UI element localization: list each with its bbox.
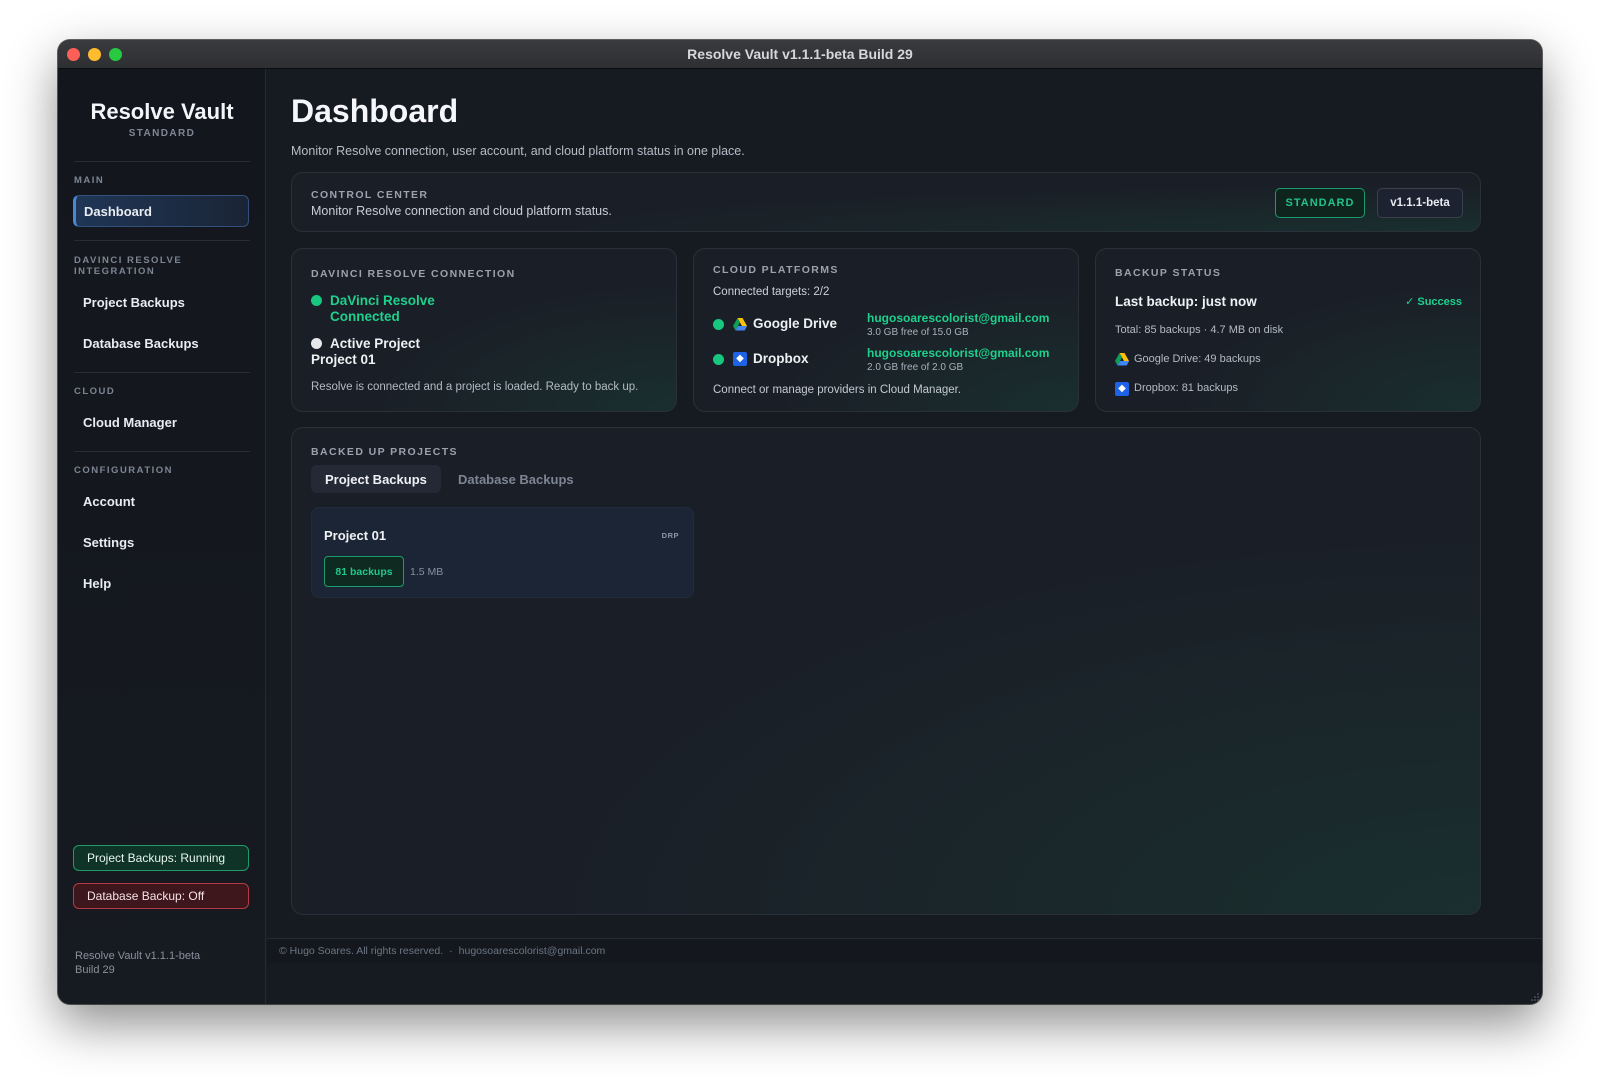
resize-grip-icon[interactable] bbox=[1530, 992, 1540, 1002]
google-drive-backup-count: Google Drive: 49 backups bbox=[1134, 353, 1261, 365]
app-tier: STANDARD bbox=[128, 128, 196, 139]
dropbox-backup-count: Dropbox: 81 backups bbox=[1134, 382, 1238, 394]
section-label-main: MAIN bbox=[74, 175, 105, 186]
backed-up-projects-label: BACKED UP PROJECTS bbox=[311, 446, 458, 458]
connected-status-dot bbox=[311, 295, 322, 306]
app-name: Resolve Vault bbox=[90, 99, 234, 124]
app-window: Resolve Vault v1.1.1-beta Build 29 Resol… bbox=[58, 40, 1542, 1004]
sidebar: Resolve Vault STANDARD MAIN Dashboard DA… bbox=[58, 69, 266, 1004]
resolve-connection-label: DAVINCI RESOLVE CONNECTION bbox=[311, 268, 516, 280]
status-line: Connected bbox=[330, 309, 400, 324]
backup-result-badge: ✓ Success bbox=[1405, 296, 1462, 308]
status-line: DaVinci Resolve bbox=[330, 293, 435, 308]
sidebar-item-dashboard[interactable]: Dashboard bbox=[73, 195, 249, 227]
dropbox-email[interactable]: hugosoarescolorist@gmail.com bbox=[867, 346, 1049, 360]
sidebar-divider bbox=[74, 240, 250, 241]
version-badge: v1.1.1-beta bbox=[1377, 188, 1463, 218]
project-size: 1.5 MB bbox=[410, 566, 444, 578]
google-drive-storage: 3.0 GB free of 15.0 GB bbox=[867, 327, 969, 338]
sidebar-item-settings[interactable]: Settings bbox=[73, 526, 249, 558]
google-drive-email[interactable]: hugosoarescolorist@gmail.com bbox=[867, 311, 1049, 325]
dropbox-name: Dropbox bbox=[753, 351, 809, 366]
tab-database-backups[interactable]: Database Backups bbox=[444, 465, 588, 493]
resolve-connection-message: Resolve is connected and a project is lo… bbox=[311, 381, 639, 393]
cloud-platforms-label: CLOUD PLATFORMS bbox=[713, 264, 839, 276]
section-label-configuration: CONFIGURATION bbox=[74, 465, 174, 476]
database-backup-status[interactable]: Database Backup: Off bbox=[73, 883, 249, 909]
google-drive-status-dot bbox=[713, 319, 724, 330]
control-center-description: Monitor Resolve connection and cloud pla… bbox=[311, 204, 612, 218]
backup-total: Total: 85 backups · 4.7 MB on disk bbox=[1115, 324, 1284, 336]
zoom-window-button[interactable] bbox=[109, 48, 122, 61]
sidebar-item-cloud-manager[interactable]: Cloud Manager bbox=[73, 406, 249, 438]
sidebar-item-database-backups[interactable]: Database Backups bbox=[73, 327, 249, 359]
page-subtitle: Monitor Resolve connection, user account… bbox=[291, 144, 745, 158]
window-controls bbox=[67, 48, 122, 61]
sidebar-item-help[interactable]: Help bbox=[73, 567, 249, 599]
google-drive-icon bbox=[1115, 353, 1129, 366]
project-name: Project 01 bbox=[324, 528, 387, 543]
google-drive-name: Google Drive bbox=[753, 316, 838, 331]
main-content: Dashboard Monitor Resolve connection, us… bbox=[267, 69, 1542, 1004]
footer-copyright: © Hugo Soares. All rights reserved. bbox=[279, 945, 444, 957]
active-project-label: Active Project bbox=[330, 336, 421, 351]
brand: Resolve Vault STANDARD bbox=[58, 99, 266, 139]
project-card[interactable]: Project 01 DRP 81 backups 1.5 MB bbox=[311, 507, 694, 598]
footer: © Hugo Soares. All rights reserved. · hu… bbox=[267, 938, 1542, 963]
dropbox-status-dot bbox=[713, 354, 724, 365]
project-backups-count-button[interactable]: 81 backups bbox=[324, 556, 404, 587]
project-type-badge: DRP bbox=[661, 531, 679, 540]
window-title: Resolve Vault v1.1.1-beta Build 29 bbox=[687, 46, 913, 62]
last-backup: Last backup: just now bbox=[1115, 294, 1257, 309]
sidebar-divider bbox=[74, 451, 250, 452]
resolve-connection-card: DAVINCI RESOLVE CONNECTION DaVinci Resol… bbox=[291, 248, 677, 412]
dropbox-storage: 2.0 GB free of 2.0 GB bbox=[867, 362, 964, 373]
project-backups-status[interactable]: Project Backups: Running bbox=[73, 845, 249, 871]
control-center-label: CONTROL CENTER bbox=[311, 189, 429, 201]
footer-separator: · bbox=[449, 945, 453, 957]
tier-badge: STANDARD bbox=[1275, 188, 1365, 218]
sidebar-version: Resolve Vault v1.1.1-beta Build 29 bbox=[75, 949, 245, 977]
sidebar-divider bbox=[74, 372, 250, 373]
section-label-integration: DAVINCI RESOLVE INTEGRATION bbox=[74, 255, 183, 277]
control-center-card: CONTROL CENTER Monitor Resolve connectio… bbox=[291, 172, 1481, 232]
title-bar: Resolve Vault v1.1.1-beta Build 29 bbox=[58, 40, 1542, 69]
section-label-cloud: CLOUD bbox=[74, 386, 116, 397]
minimize-window-button[interactable] bbox=[88, 48, 101, 61]
version-line: Resolve Vault v1.1.1-beta bbox=[75, 950, 201, 962]
backed-up-projects-card: BACKED UP PROJECTS Project Backups Datab… bbox=[291, 427, 1481, 915]
sidebar-item-project-backups[interactable]: Project Backups bbox=[73, 286, 249, 318]
sidebar-item-account[interactable]: Account bbox=[73, 485, 249, 517]
active-project-name: Project 01 bbox=[311, 352, 376, 367]
backup-status-label: BACKUP STATUS bbox=[1115, 267, 1222, 279]
cloud-platforms-card: CLOUD PLATFORMS Connected targets: 2/2 G… bbox=[693, 248, 1079, 412]
connected-targets: Connected targets: 2/2 bbox=[713, 286, 830, 298]
build-line: Build 29 bbox=[75, 964, 115, 976]
tab-project-backups[interactable]: Project Backups bbox=[311, 465, 441, 493]
dropbox-icon: ◆ bbox=[1115, 382, 1129, 396]
sidebar-divider bbox=[74, 161, 250, 162]
dropbox-icon: ◆ bbox=[733, 352, 747, 366]
close-window-button[interactable] bbox=[67, 48, 80, 61]
google-drive-icon bbox=[733, 318, 747, 331]
cloud-platforms-footer: Connect or manage providers in Cloud Man… bbox=[713, 384, 962, 396]
footer-email[interactable]: hugosoarescolorist@gmail.com bbox=[459, 945, 606, 957]
page-title: Dashboard bbox=[291, 93, 459, 129]
backup-status-card: BACKUP STATUS Last backup: just now ✓ Su… bbox=[1095, 248, 1481, 412]
resolve-connection-status: DaVinci Resolve Connected bbox=[330, 293, 435, 325]
active-project-dot bbox=[311, 338, 322, 349]
